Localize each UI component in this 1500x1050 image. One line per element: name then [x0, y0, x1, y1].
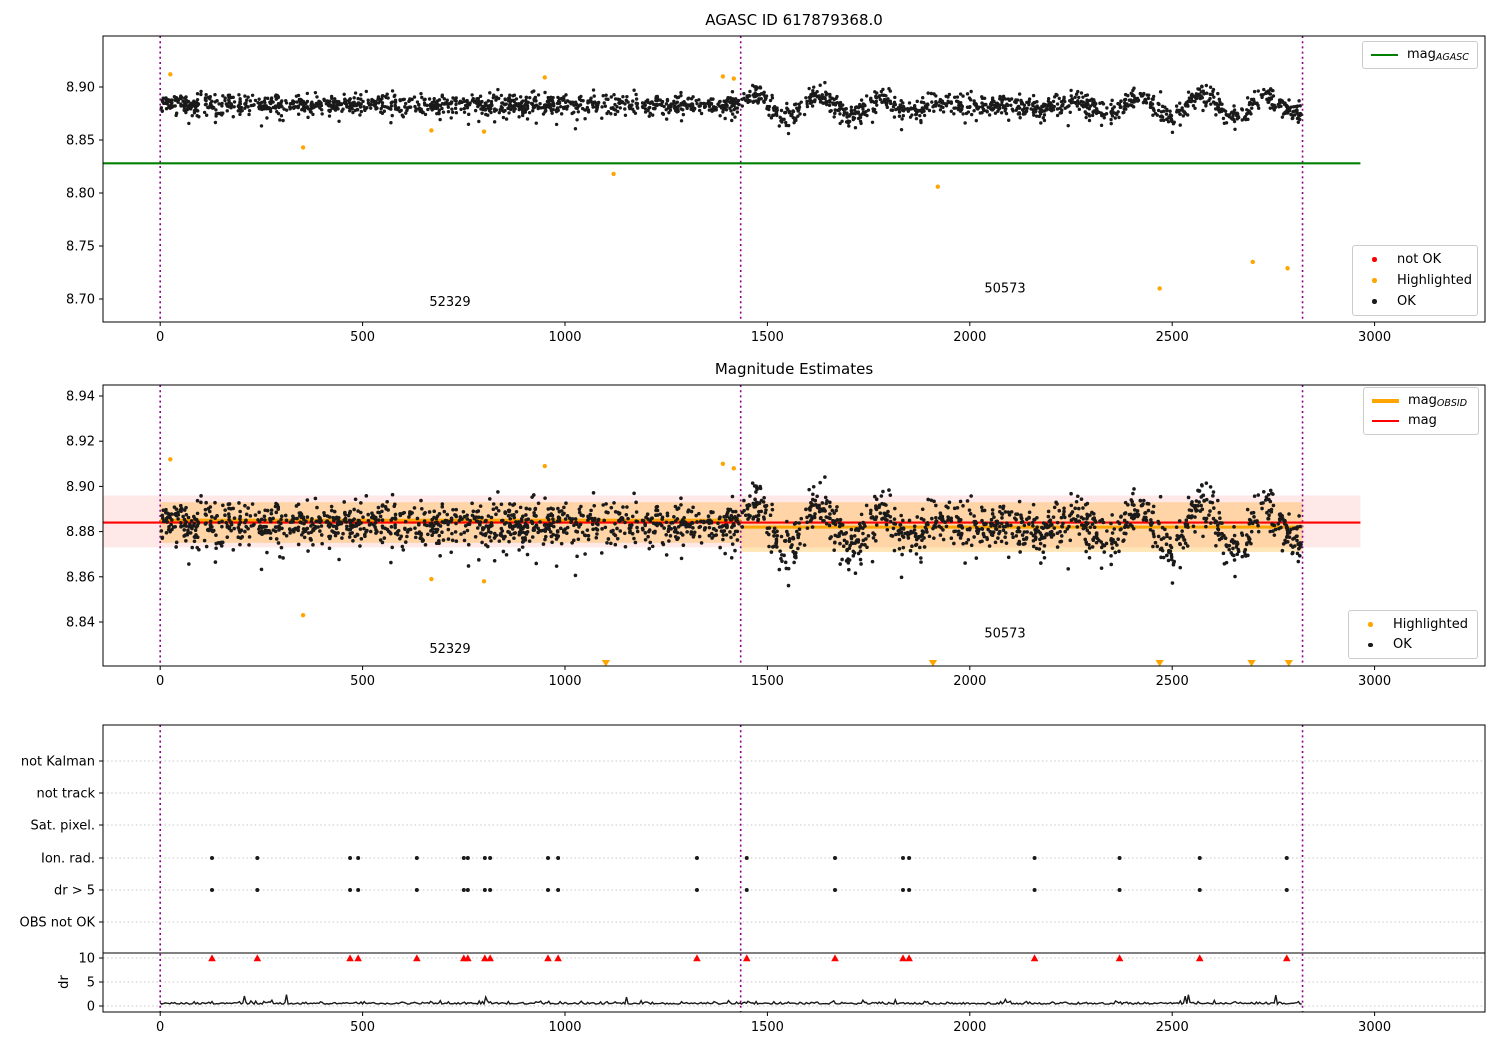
- svg-text:2000: 2000: [953, 674, 986, 689]
- middle-panel: 52329505730 500 1000 1500 2000 2500 30008.948.…: [66, 384, 1486, 689]
- svg-text:8.88: 8.88: [66, 525, 95, 540]
- svg-text:1000: 1000: [548, 330, 581, 345]
- black-dot-swatch: [1368, 642, 1373, 647]
- svg-text:8.85: 8.85: [66, 134, 95, 149]
- svg-text:1000: 1000: [548, 674, 581, 689]
- svg-text:not track: not track: [36, 787, 95, 802]
- svg-text:52329: 52329: [429, 295, 470, 310]
- svg-text:Sat. pixel.: Sat. pixel.: [31, 819, 95, 834]
- top-x-axis: 0 500 1000 1500 2000 2500 3000: [156, 322, 1391, 345]
- top-y-axis: 8.90 8.85 8.80 8.75 8.70: [66, 81, 103, 308]
- bottom-category-labels: not Kalman not track Sat. pixel. Ion. rad. d…: [20, 755, 103, 931]
- orange-line-swatch: [1372, 399, 1399, 403]
- svg-text:2500: 2500: [1156, 674, 1189, 689]
- svg-text:OBS not OK: OBS not OK: [20, 916, 96, 931]
- red-line-swatch: [1372, 420, 1399, 422]
- svg-text:1500: 1500: [751, 674, 784, 689]
- legend-item-not-ok: not OK: [1361, 249, 1469, 270]
- legend-item-ok: OK: [1357, 635, 1469, 656]
- green-line-swatch: [1371, 54, 1398, 56]
- svg-text:0: 0: [156, 330, 164, 345]
- svg-text:1500: 1500: [751, 330, 784, 345]
- svg-text:2500: 2500: [1156, 1020, 1189, 1035]
- middle-plot-title: Magnitude Estimates: [714, 360, 874, 378]
- svg-text:2000: 2000: [953, 1020, 986, 1035]
- bottom-dr-axis: 10 5 0 dr: [57, 952, 103, 1015]
- legend-label: Highlighted: [1397, 273, 1472, 288]
- svg-text:500: 500: [350, 1020, 375, 1035]
- legend-label: Highlighted: [1393, 616, 1468, 632]
- svg-text:8.80: 8.80: [66, 187, 95, 202]
- red-dot-swatch: [1372, 257, 1377, 262]
- svg-text:1500: 1500: [751, 1020, 784, 1035]
- svg-text:dr > 5: dr > 5: [54, 884, 95, 899]
- svg-text:3000: 3000: [1358, 1020, 1391, 1035]
- svg-text:8.92: 8.92: [66, 435, 95, 450]
- top-vlines: [159, 36, 1304, 322]
- orange-dot-swatch: [1368, 622, 1373, 627]
- middle-x-axis: 0 500 1000 1500 2000 2500 3000: [156, 666, 1391, 689]
- svg-text:not Kalman: not Kalman: [21, 755, 95, 770]
- top-annotations: 52329 50573: [429, 281, 1025, 310]
- legend-item-mag-agasc: magAGASC: [1371, 45, 1469, 65]
- legend-item-ok: OK: [1361, 291, 1469, 312]
- svg-text:500: 500: [350, 330, 375, 345]
- legend-label: not OK: [1397, 252, 1442, 267]
- dr-trace: [159, 994, 1302, 1006]
- svg-text:8.90: 8.90: [66, 81, 95, 96]
- middle-annotations: 52329 50573: [429, 626, 1025, 657]
- svg-text:8.84: 8.84: [66, 616, 95, 631]
- svg-text:0: 0: [87, 1000, 95, 1015]
- svg-text:8.75: 8.75: [66, 240, 95, 255]
- dr-axis-label: dr: [57, 975, 72, 989]
- middle-plot-line-legend: magOBSID mag: [1363, 387, 1479, 435]
- middle-y-axis: 8.94 8.92 8.90 8.88 8.86 8.84: [66, 390, 103, 631]
- svg-text:2000: 2000: [953, 330, 986, 345]
- svg-text:Ion. rad.: Ion. rad.: [41, 852, 95, 867]
- legend-label: mag: [1408, 413, 1437, 428]
- svg-text:52329: 52329: [429, 642, 470, 657]
- middle-plot-marker-legend: Highlighted OK: [1348, 610, 1478, 659]
- legend-item-highlighted: Highlighted: [1361, 270, 1472, 291]
- bottom-panel: not Kalman not track Sat. pixel. Ion. rad. d…: [20, 724, 1486, 1035]
- bottom-x-axis: 0 500 1000 1500 2000 2500 3000: [156, 1012, 1391, 1035]
- black-dot-swatch: [1372, 299, 1377, 304]
- figure: 52329 50573 0 500 1000 1500 2000 2500 3000 8.90 8.…: [0, 0, 1500, 1050]
- legend-label: magAGASC: [1407, 47, 1469, 63]
- bottom-grid: [103, 760, 1485, 1007]
- svg-text:8.70: 8.70: [66, 293, 95, 308]
- top-plot-title: AGASC ID 617879368.0: [705, 11, 883, 29]
- bottom-flag-points: [210, 856, 1289, 892]
- legend-item-highlighted: Highlighted: [1357, 614, 1469, 635]
- svg-text:50573: 50573: [984, 281, 1025, 296]
- svg-text:3000: 3000: [1358, 674, 1391, 689]
- top-plot-line-legend: magAGASC: [1362, 41, 1478, 69]
- svg-text:8.90: 8.90: [66, 480, 95, 495]
- svg-text:8.94: 8.94: [66, 390, 95, 405]
- svg-text:1000: 1000: [548, 1020, 581, 1035]
- top-plot-marker-legend: not OK Highlighted OK: [1352, 245, 1478, 316]
- top-panel: 52329505730 500 1000 1500 2000 2500 30008.908.…: [66, 35, 1486, 345]
- svg-text:5: 5: [87, 976, 95, 991]
- svg-text:50573: 50573: [984, 626, 1025, 641]
- legend-label: OK: [1397, 294, 1416, 309]
- svg-text:0: 0: [156, 674, 164, 689]
- svg-text:8.86: 8.86: [66, 570, 95, 585]
- legend-label: magOBSID: [1408, 393, 1468, 409]
- bottom-vlines: [159, 725, 1304, 1012]
- svg-text:2500: 2500: [1156, 330, 1189, 345]
- legend-label: OK: [1393, 637, 1412, 653]
- svg-text:3000: 3000: [1358, 330, 1391, 345]
- svg-text:10: 10: [78, 952, 95, 967]
- legend-item-mag: mag: [1372, 411, 1470, 431]
- top-scatter-ok: [159, 80, 1303, 136]
- orange-dot-swatch: [1372, 278, 1377, 283]
- svg-text:500: 500: [350, 674, 375, 689]
- svg-text:0: 0: [156, 1020, 164, 1035]
- figure-canvas: 52329505730 500 1000 1500 2000 2500 30008.908.…: [20, 35, 1486, 1035]
- legend-item-mag-obsid: magOBSID: [1372, 391, 1470, 411]
